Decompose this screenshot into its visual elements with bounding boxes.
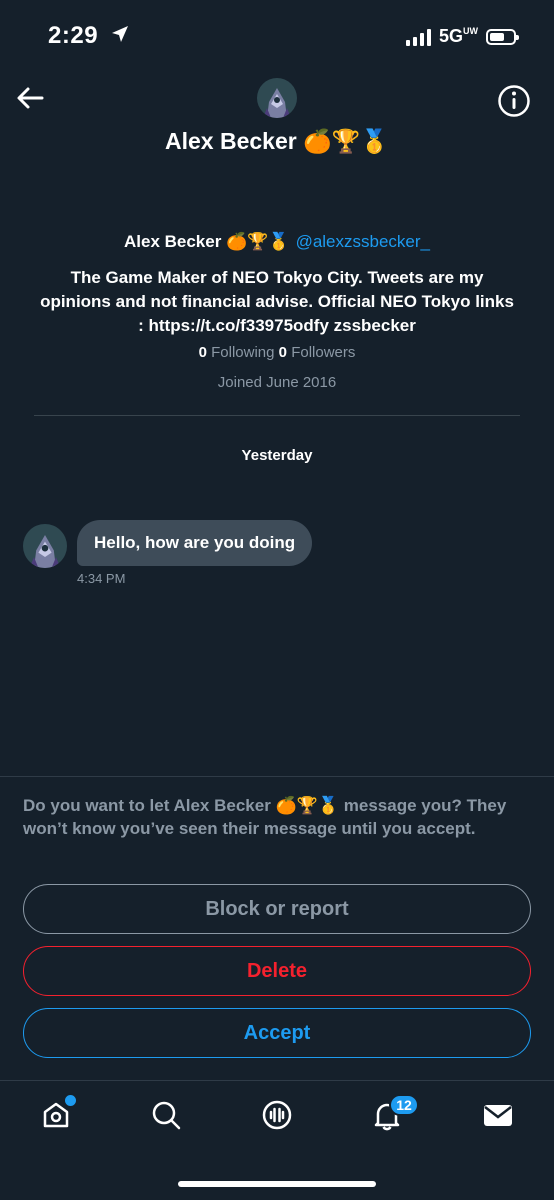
followers-count: 0 [278,344,288,361]
location-arrow-icon [110,24,130,49]
message-avatar[interactable] [23,524,67,568]
messages-icon[interactable] [480,1097,516,1133]
home-badge-dot [63,1093,78,1108]
message-bubble[interactable]: Hello, how are you doing [77,520,313,566]
day-separator: Yesterday [241,447,313,464]
search-icon[interactable] [148,1097,184,1133]
tab-bar-divider [0,1080,554,1081]
message-request-prompt: Do you want to let Alex Becker 🍊🏆🥇 messa… [23,796,507,838]
profile-handle[interactable]: @alexzssbecker_ [296,232,430,251]
battery-icon [486,28,519,45]
following-count: 0 [198,344,207,361]
delete-button[interactable]: Delete [23,946,531,996]
joined-date: Joined June 2016 [217,374,337,391]
following-label: Following [211,344,275,361]
signal-icon [405,28,431,46]
home-indicator [178,1181,376,1187]
profile-name: Alex Becker 🍊🏆🥇 [123,232,290,251]
profile-name-line[interactable]: Alex Becker 🍊🏆🥇 @alexzssbecker_ [0,232,554,252]
followers-label: Followers [291,344,356,361]
profile-bio: The Game Maker of NEO Tokyo City. Tweets… [40,268,514,335]
avatar[interactable] [257,78,297,118]
conversation-title: Alex Becker 🍊🏆🥇 [164,128,389,154]
status-time: 2:29 [48,22,99,49]
message-time: 4:34 PM [77,571,126,586]
info-icon[interactable] [497,84,531,118]
status-right: 5GUW [405,26,519,47]
block-or-report-button[interactable]: Block or report [23,884,531,934]
follow-stats: 0 Following 0 Followers [0,344,554,361]
network-label: 5GUW [438,26,478,46]
spaces-icon[interactable] [259,1097,295,1133]
accept-button[interactable]: Accept [23,1008,531,1058]
notifications-badge: 12 [389,1094,419,1116]
panel-divider [0,776,554,777]
divider [34,415,520,416]
back-arrow-icon[interactable] [14,82,46,114]
